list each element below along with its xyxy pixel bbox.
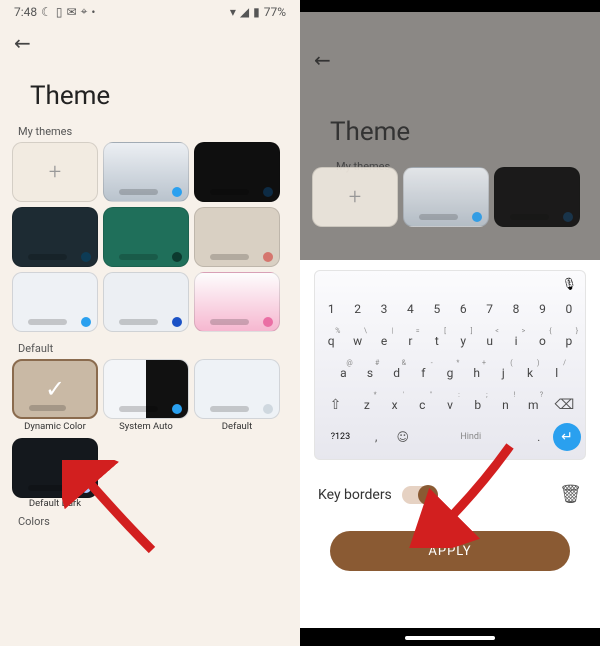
my-theme-1[interactable]	[103, 142, 189, 202]
theme-preview-sheet: 🎙 1234567890 q%w\e|r=t[y]u<i>o{p} a@s#d&…	[300, 260, 600, 646]
default-theme-label-2: Default	[194, 421, 280, 432]
comma-key[interactable]: ,	[364, 422, 389, 452]
apply-button[interactable]: APPLY	[330, 531, 570, 571]
emoji-key[interactable]: ☺	[391, 422, 416, 452]
key-n[interactable]: n!	[493, 390, 519, 420]
default-theme-label-1: System Auto	[103, 421, 189, 432]
status-bar: 7:48 ☾ ▯ ✉ ⌖ • ▾ ◢ ▮ 77%	[0, 0, 300, 21]
nav-bar-bg	[300, 628, 600, 646]
default-theme-0[interactable]: ✓	[12, 359, 98, 419]
enter-key[interactable]: ↵	[553, 423, 581, 451]
section-colors: Colors	[0, 511, 300, 530]
dimmed-theme-2[interactable]	[494, 167, 580, 227]
back-button[interactable]: ←	[14, 31, 31, 55]
home-indicator	[405, 636, 495, 640]
key-r[interactable]: r=	[398, 326, 422, 356]
my-theme-8[interactable]	[194, 272, 280, 332]
key-borders-label: Key borders	[318, 487, 392, 503]
key-y[interactable]: y]	[451, 326, 475, 356]
key-8[interactable]: 8	[504, 294, 528, 324]
my-theme-7[interactable]	[103, 272, 189, 332]
my-theme-5[interactable]	[194, 207, 280, 267]
key-9[interactable]: 9	[530, 294, 554, 324]
key-k[interactable]: k)	[518, 358, 543, 388]
mail-icon: ✉	[67, 5, 77, 19]
default-theme-label-0: Dynamic Color	[12, 421, 98, 432]
symbols-key[interactable]: ?123	[319, 422, 362, 452]
page-title: Theme	[0, 57, 300, 117]
shift-key[interactable]: ⇧	[319, 390, 352, 420]
key-h[interactable]: h+	[464, 358, 489, 388]
my-theme-6[interactable]	[12, 272, 98, 332]
my-theme-2[interactable]	[194, 142, 280, 202]
key-c[interactable]: c"	[409, 390, 435, 420]
key-t[interactable]: t[	[425, 326, 449, 356]
key-3[interactable]: 3	[372, 294, 396, 324]
pin-icon: ⌖	[81, 4, 88, 19]
my-theme-0[interactable]: +	[12, 142, 98, 202]
add-icon: +	[349, 185, 361, 210]
key-6[interactable]: 6	[451, 294, 475, 324]
dimmed-theme-0[interactable]: +	[312, 167, 398, 227]
key-s[interactable]: s#	[358, 358, 383, 388]
key-5[interactable]: 5	[425, 294, 449, 324]
right-screenshot: ← Theme My themes + 🎙 1234567890 q%w\e|r…	[300, 0, 600, 646]
key-f[interactable]: f-	[411, 358, 436, 388]
key-7[interactable]: 7	[477, 294, 501, 324]
key-b[interactable]: b;	[465, 390, 491, 420]
default-themes-grid: ✓	[0, 357, 300, 421]
section-default: Default	[0, 334, 300, 357]
left-screenshot: 7:48 ☾ ▯ ✉ ⌖ • ▾ ◢ ▮ 77% ← Theme My them…	[0, 0, 300, 646]
key-2[interactable]: 2	[345, 294, 369, 324]
keyboard-preview: 🎙 1234567890 q%w\e|r=t[y]u<i>o{p} a@s#d&…	[314, 270, 586, 460]
key-x[interactable]: x'	[382, 390, 408, 420]
my-theme-4[interactable]	[103, 207, 189, 267]
default-theme-label-3: Default Dark	[12, 498, 98, 509]
moon-icon: ☾	[41, 5, 52, 19]
dot-icon: •	[91, 5, 95, 19]
right-top-dimmed: ← Theme My themes +	[300, 0, 600, 260]
key-j[interactable]: j(	[491, 358, 516, 388]
battery-small-icon: ▯	[56, 5, 63, 19]
page-title-dimmed: Theme	[330, 117, 410, 147]
key-z[interactable]: z*	[354, 390, 380, 420]
key-w[interactable]: w\	[345, 326, 369, 356]
add-icon: +	[49, 160, 61, 185]
key-v[interactable]: v:	[437, 390, 463, 420]
key-o[interactable]: o{	[530, 326, 554, 356]
period-key[interactable]: .	[526, 422, 551, 452]
key-e[interactable]: e|	[372, 326, 396, 356]
key-m[interactable]: m?	[520, 390, 546, 420]
back-button-dimmed: ←	[314, 48, 331, 72]
default-theme-2[interactable]	[194, 359, 280, 419]
section-my-themes: My themes	[0, 117, 300, 140]
key-u[interactable]: u<	[477, 326, 501, 356]
wifi-icon: ▾	[230, 5, 236, 19]
backspace-key[interactable]: ⌫	[548, 390, 581, 420]
key-4[interactable]: 4	[398, 294, 422, 324]
delete-theme-button[interactable]: 🗑	[559, 484, 582, 505]
my-themes-grid: +	[0, 140, 300, 334]
key-a[interactable]: a@	[331, 358, 356, 388]
key-i[interactable]: i>	[504, 326, 528, 356]
key-p[interactable]: p}	[557, 326, 581, 356]
default-theme-3[interactable]	[12, 438, 98, 498]
battery-icon: ▮	[253, 5, 260, 19]
space-key[interactable]: Hindi	[417, 422, 524, 452]
status-time: 7:48	[14, 5, 37, 19]
key-d[interactable]: d&	[384, 358, 409, 388]
default-theme-1[interactable]	[103, 359, 189, 419]
mic-icon: 🎙	[562, 277, 577, 291]
my-theme-3[interactable]	[12, 207, 98, 267]
key-borders-toggle[interactable]	[402, 486, 436, 504]
battery-pct: 77%	[264, 5, 286, 19]
key-0[interactable]: 0	[557, 294, 581, 324]
key-g[interactable]: g*	[438, 358, 463, 388]
key-l[interactable]: l/	[544, 358, 569, 388]
dimmed-theme-1[interactable]	[403, 167, 489, 227]
key-1[interactable]: 1	[319, 294, 343, 324]
check-icon: ✓	[45, 375, 65, 403]
key-q[interactable]: q%	[319, 326, 343, 356]
signal-icon: ◢	[240, 5, 249, 19]
